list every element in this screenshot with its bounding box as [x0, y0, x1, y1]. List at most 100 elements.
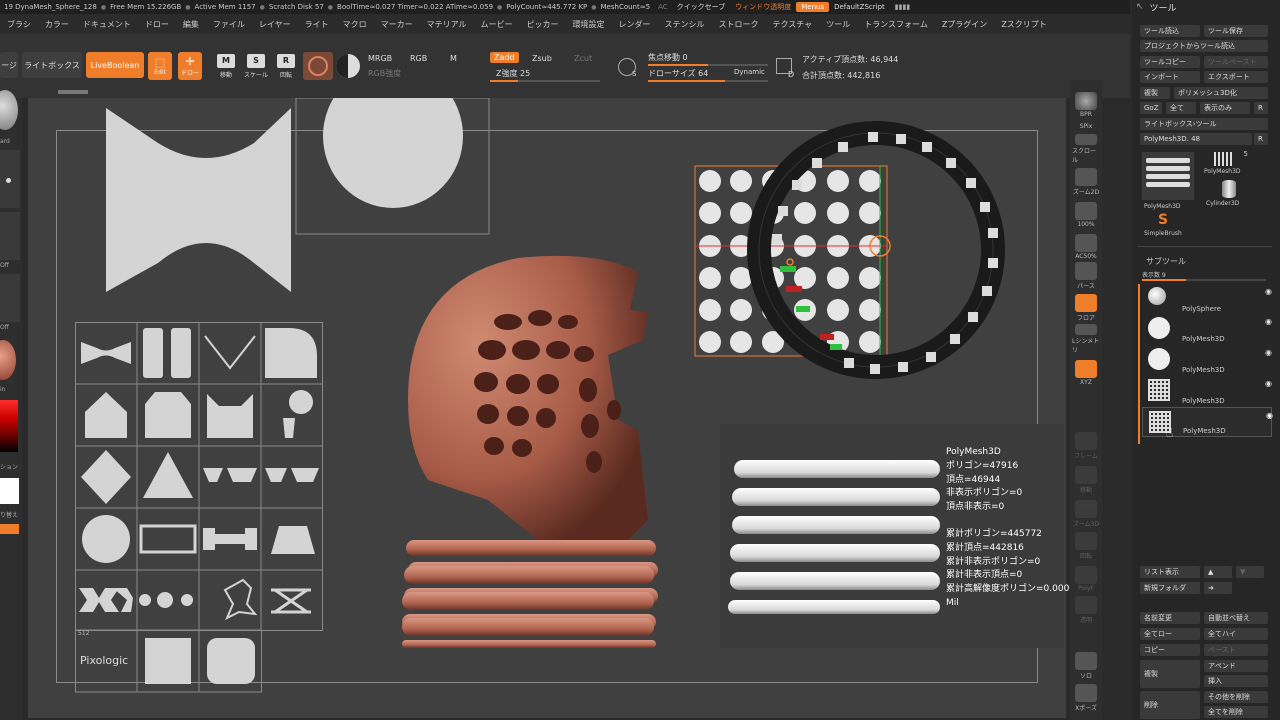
menu-zscript[interactable]: Zスクリプト	[994, 19, 1053, 30]
lightbox-button[interactable]: ライトボックス	[22, 52, 82, 78]
delete-all-button[interactable]: 全てを削除	[1204, 706, 1268, 718]
append-button[interactable]: アペンド	[1204, 660, 1268, 672]
scale-mode-button[interactable]: S スケール	[244, 52, 268, 80]
scroll-button[interactable]: スクロール	[1072, 134, 1100, 164]
local-symmetry-button[interactable]: Lシンメトリ	[1072, 324, 1100, 354]
dynamic-button[interactable]: Dynamic	[734, 68, 765, 76]
subtool-row[interactable]: ◉ PolyMesh3D	[1142, 376, 1272, 406]
menu-stencil[interactable]: ステンシル	[658, 19, 712, 30]
menu-color[interactable]: カラー	[38, 19, 76, 30]
quicksave-button[interactable]: クイックセーブ	[672, 1, 731, 13]
auto-reorder-button[interactable]: 自動並べ替え	[1204, 612, 1268, 624]
eye-icon[interactable]: ◉	[1265, 379, 1272, 388]
main-color-swatch[interactable]	[0, 478, 19, 504]
window-icons[interactable]: ▮▮▮▮	[890, 2, 915, 12]
gradient-swatch[interactable]	[336, 54, 360, 78]
move-view-button[interactable]: 移動	[1072, 464, 1100, 494]
menu-preferences[interactable]: 環境設定	[566, 19, 612, 30]
mrgb-button[interactable]: MRGB	[368, 54, 392, 63]
focal-shift-slider[interactable]: 焦点移動 0	[648, 52, 688, 63]
menu-document[interactable]: ドキュメント	[76, 19, 138, 30]
paste-subtool-button[interactable]: ペースト	[1204, 644, 1268, 656]
delete-other-button[interactable]: その他を削除	[1204, 691, 1268, 703]
insert-mesh-grid[interactable]	[75, 322, 325, 694]
ac50-button[interactable]: AC50%	[1072, 230, 1100, 260]
frame-button[interactable]: フレーム	[1072, 430, 1100, 460]
subtool-toggles[interactable]: ◉	[1174, 379, 1272, 389]
menu-light[interactable]: ライト	[298, 19, 336, 30]
page-button[interactable]: ージ	[0, 52, 18, 78]
zoom3d-button[interactable]: ズーム3D	[1072, 498, 1100, 528]
transparency-view-button[interactable]: 透明	[1072, 594, 1100, 624]
default-zscript-button[interactable]: DefaultZScript	[829, 2, 890, 12]
current-tool-r-button[interactable]: R	[1254, 133, 1268, 145]
document-canvas[interactable]: 512 Pixologic PolyMesh3D ポリゴン=47916 頂点=4…	[28, 90, 1092, 718]
menu-stroke[interactable]: ストローク	[712, 19, 766, 30]
transparency-button[interactable]: ウィンドウ透明度	[730, 1, 796, 13]
zsub-button[interactable]: Zsub	[532, 54, 552, 63]
all-high-button[interactable]: 全てハイ	[1204, 628, 1268, 640]
goz-visible-button[interactable]: 表示のみ	[1200, 102, 1250, 114]
menu-zplugin[interactable]: Zプラグイン	[935, 19, 994, 30]
menu-texture[interactable]: テクスチャ	[766, 19, 820, 30]
subtool-toggles[interactable]: ◉	[1175, 411, 1273, 421]
save-tool-button[interactable]: ツール保存	[1204, 25, 1268, 37]
menu-marker[interactable]: マーカー	[374, 19, 420, 30]
menu-macro[interactable]: マクロ	[336, 19, 374, 30]
export-button[interactable]: エクスポート	[1204, 71, 1268, 83]
menu-tool[interactable]: ツール	[819, 19, 857, 30]
tool-thumb-simplebrush[interactable]: S SimpleBrush	[1142, 212, 1190, 240]
menu-draw[interactable]: ドロー	[138, 19, 176, 30]
goz-r-button[interactable]: R	[1254, 102, 1268, 114]
switch-color-button[interactable]	[0, 524, 19, 534]
sculpted-mesh[interactable]	[368, 250, 658, 650]
menu-render[interactable]: レンダー	[612, 19, 658, 30]
z-intensity-slider[interactable]: Z強度 25	[496, 68, 530, 79]
rotate-mode-button[interactable]: R 回転	[274, 52, 298, 80]
paste-tool-button[interactable]: ツールペースト	[1204, 56, 1268, 68]
subtool-row-selected[interactable]: ◉ PolyMesh3D	[1142, 407, 1273, 437]
rgb-intensity-slider[interactable]: RGB強度	[368, 68, 401, 79]
eye-icon[interactable]: ◉	[1266, 411, 1273, 420]
lightbox-tools-button[interactable]: ライトボックス›ツール	[1140, 118, 1268, 130]
xpose-button[interactable]: Xポーズ	[1072, 682, 1100, 712]
subtool-row[interactable]: ◉ PolySphere	[1142, 284, 1272, 314]
subtool-row[interactable]: ◉ PolyMesh3D	[1142, 314, 1272, 344]
visible-count-track[interactable]	[1142, 279, 1266, 281]
rename-button[interactable]: 名前変更	[1140, 612, 1200, 624]
menu-file[interactable]: ファイル	[206, 19, 252, 30]
insert-button[interactable]: 挿入	[1204, 675, 1268, 687]
eye-icon[interactable]: ◉	[1265, 287, 1272, 296]
xyz-button[interactable]: XYZ	[1072, 356, 1100, 386]
menu-movie[interactable]: ムービー	[474, 19, 520, 30]
goz-button[interactable]: GoZ	[1140, 102, 1162, 114]
menu-picker[interactable]: ピッカー	[520, 19, 566, 30]
polyframe-button[interactable]: PolyF	[1072, 562, 1100, 592]
import-button[interactable]: インポート	[1140, 71, 1200, 83]
move-up-button[interactable]: ▲	[1204, 566, 1232, 578]
draw-size-slider[interactable]: ドローサイズ 64	[648, 68, 708, 79]
actual-size-button[interactable]: 100%	[1072, 198, 1100, 228]
solo-button[interactable]: ソロ	[1072, 650, 1100, 680]
delete-button[interactable]: 削除	[1140, 691, 1200, 719]
texture-thumbnail[interactable]	[0, 274, 20, 322]
stroke-thumbnail[interactable]	[0, 150, 20, 208]
load-tool-button[interactable]: ツール読込	[1140, 25, 1200, 37]
move-mode-button[interactable]: M 移動	[214, 52, 238, 80]
color-picker[interactable]	[0, 400, 18, 452]
make-polymesh-button[interactable]: ポリメッシュ3D化	[1174, 87, 1268, 99]
goz-all-button[interactable]: 全て	[1166, 102, 1196, 114]
copy-subtool-button[interactable]: コピー	[1140, 644, 1200, 656]
all-low-button[interactable]: 全てロー	[1140, 628, 1200, 640]
material-thumbnail[interactable]	[0, 340, 16, 380]
menu-edit[interactable]: 編集	[176, 19, 206, 30]
tool-palette-title[interactable]: ↖ ツール	[1136, 0, 1280, 14]
subtool-toggles[interactable]: ◉	[1174, 348, 1272, 358]
material-swatch[interactable]	[303, 52, 333, 80]
menu-material[interactable]: マテリアル	[420, 19, 474, 30]
zcut-button[interactable]: Zcut	[574, 54, 592, 63]
eye-icon[interactable]: ◉	[1265, 348, 1272, 357]
copy-tool-button[interactable]: ツールコピー	[1140, 56, 1200, 68]
floor-button[interactable]: フロア	[1072, 292, 1100, 322]
rgb-button[interactable]: RGB	[410, 54, 427, 63]
